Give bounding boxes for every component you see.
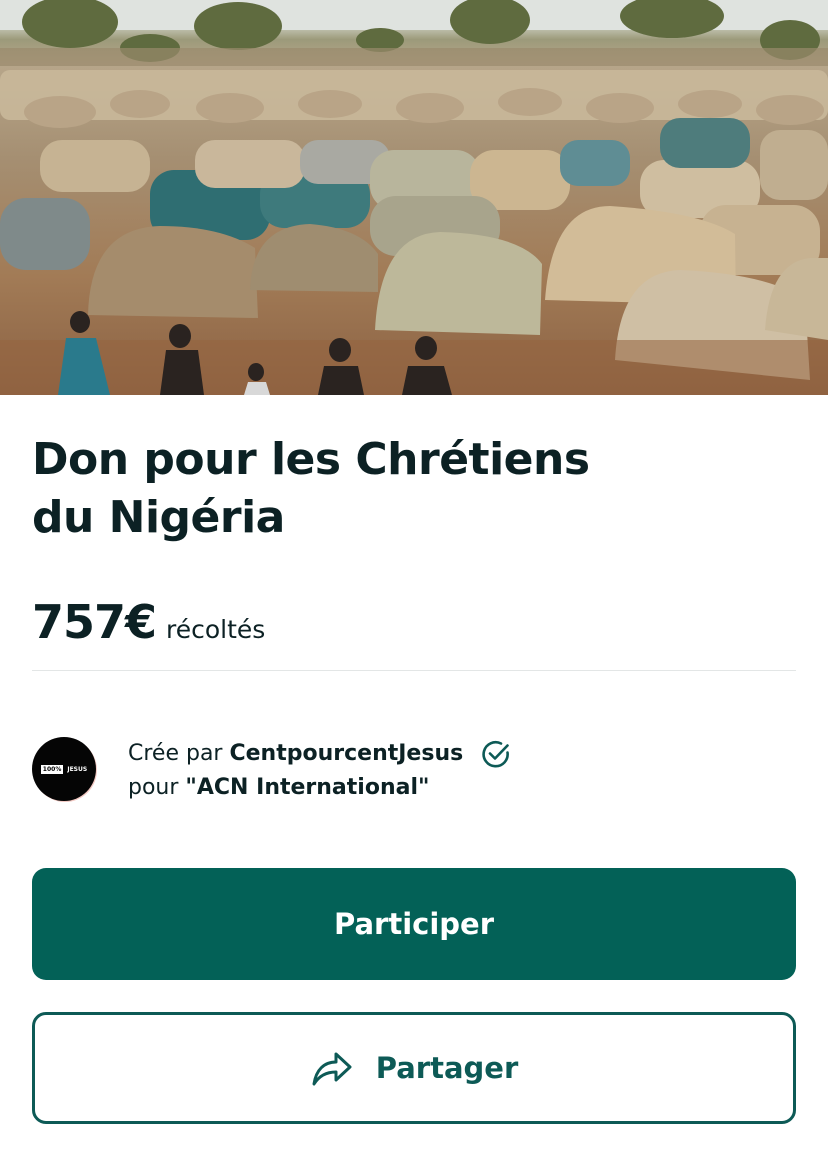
beneficiary-name[interactable]: "ACN International": [185, 771, 429, 805]
avatar-logo: 100% JESUS: [40, 764, 88, 774]
creator-name[interactable]: CentpourcentJesus: [229, 737, 463, 771]
created-by-line: Crée par CentpourcentJesus: [128, 737, 511, 771]
participate-button[interactable]: Participer: [32, 868, 796, 980]
check-circle-icon: [481, 739, 511, 769]
avatar-logo-percent: 100%: [40, 764, 64, 774]
share-arrow-icon: [310, 1048, 354, 1088]
beneficiary-line: pour "ACN International": [128, 771, 511, 805]
divider: [32, 670, 796, 671]
campaign-hero-image: [0, 0, 828, 395]
participate-button-label: Participer: [333, 907, 494, 941]
avatar-logo-word: JESUS: [67, 765, 88, 773]
creator-text: Crée par CentpourcentJesus pour "ACN Int…: [128, 737, 511, 805]
campaign-title: Don pour les Chrétiens du Nigéria: [32, 434, 590, 543]
creator-avatar[interactable]: 100% JESUS: [32, 737, 96, 801]
share-button-label: Partager: [375, 1051, 519, 1085]
amount-suffix: récoltés: [166, 615, 266, 644]
share-button[interactable]: Partager: [32, 1012, 796, 1124]
creator-info: 100% JESUS Crée par CentpourcentJesus po…: [32, 737, 796, 807]
for-prefix: pour: [128, 775, 179, 800]
amount-value: 757€: [32, 595, 157, 649]
created-by-prefix: Crée par: [128, 741, 223, 766]
amount-raised: 757€ récoltés: [32, 595, 265, 649]
